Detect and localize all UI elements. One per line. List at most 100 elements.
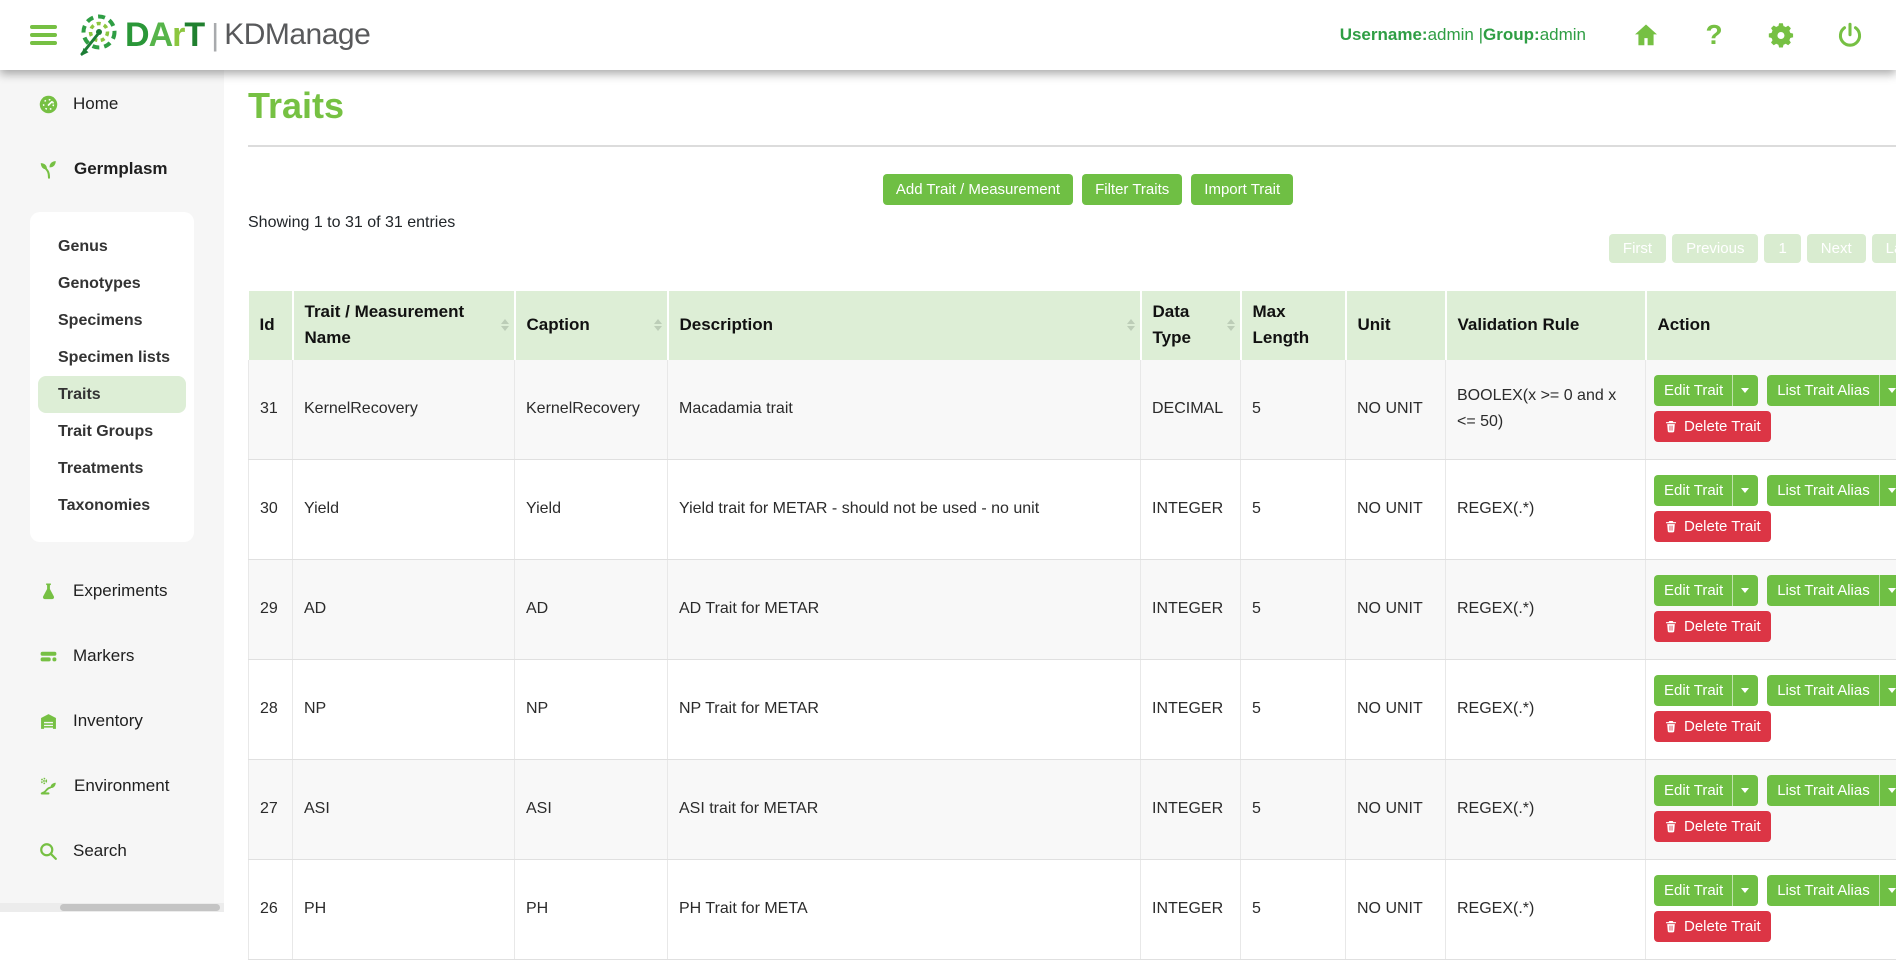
delete-trait-button[interactable]: Delete Trait bbox=[1654, 511, 1771, 542]
edit-trait-button[interactable]: Edit Trait bbox=[1654, 575, 1758, 606]
cell-name: ASI bbox=[293, 760, 515, 860]
sidebar-item-treatments[interactable]: Treatments bbox=[30, 450, 194, 487]
chevron-down-icon[interactable] bbox=[1879, 475, 1896, 506]
cell-description: Macadamia trait bbox=[668, 360, 1141, 460]
cell-description: NP Trait for METAR bbox=[668, 660, 1141, 760]
sidebar-item-genus[interactable]: Genus bbox=[30, 228, 194, 265]
table-row: 26 PH PH PH Trait for META INTEGER 5 NO … bbox=[249, 860, 1896, 960]
list-trait-alias-button[interactable]: List Trait Alias bbox=[1767, 775, 1896, 806]
pagination-previous[interactable]: Previous bbox=[1672, 234, 1758, 263]
sidebar-horizontal-scrollbar[interactable] bbox=[0, 903, 224, 912]
germplasm-submenu: GenusGenotypesSpecimensSpecimen listsTra… bbox=[30, 212, 194, 542]
cell-data-type: INTEGER bbox=[1141, 760, 1241, 860]
sort-icon[interactable] bbox=[1227, 319, 1235, 331]
chevron-down-icon[interactable] bbox=[1879, 875, 1896, 906]
sidebar-item-inventory[interactable]: Inventory bbox=[0, 704, 224, 738]
pagination-last[interactable]: Last bbox=[1872, 234, 1896, 263]
chevron-down-icon[interactable] bbox=[1879, 675, 1896, 706]
add-trait-button[interactable]: Add Trait / Measurement bbox=[883, 174, 1073, 205]
delete-trait-button[interactable]: Delete Trait bbox=[1654, 711, 1771, 742]
table-row: 29 AD AD AD Trait for METAR INTEGER 5 NO… bbox=[249, 560, 1896, 660]
cell-max-length: 5 bbox=[1241, 660, 1346, 760]
edit-trait-button[interactable]: Edit Trait bbox=[1654, 375, 1758, 406]
main-content: Traits Add Trait / Measurement Filter Tr… bbox=[224, 70, 1896, 912]
markers-icon bbox=[38, 646, 59, 667]
help-icon[interactable]: ? bbox=[1700, 21, 1728, 49]
pagination-1[interactable]: 1 bbox=[1764, 234, 1800, 263]
seedling-icon bbox=[38, 158, 60, 180]
dart-logo-icon bbox=[75, 12, 119, 58]
delete-trait-button[interactable]: Delete Trait bbox=[1654, 811, 1771, 842]
edit-trait-button[interactable]: Edit Trait bbox=[1654, 775, 1758, 806]
trash-icon bbox=[1664, 719, 1678, 734]
sort-icon[interactable] bbox=[654, 319, 662, 331]
column-header-caption[interactable]: Caption bbox=[515, 291, 668, 360]
chevron-down-icon[interactable] bbox=[1732, 375, 1758, 406]
delete-trait-button[interactable]: Delete Trait bbox=[1654, 411, 1771, 442]
chevron-down-icon[interactable] bbox=[1732, 775, 1758, 806]
chevron-down-icon[interactable] bbox=[1732, 475, 1758, 506]
trash-icon bbox=[1664, 619, 1678, 634]
column-header-trait-measurement-name[interactable]: Trait / Measurement Name bbox=[293, 291, 515, 360]
list-trait-alias-button[interactable]: List Trait Alias bbox=[1767, 575, 1896, 606]
import-trait-button[interactable]: Import Trait bbox=[1191, 174, 1293, 205]
sidebar-item-trait-groups[interactable]: Trait Groups bbox=[30, 413, 194, 450]
cell-name: KernelRecovery bbox=[293, 360, 515, 460]
edit-trait-button[interactable]: Edit Trait bbox=[1654, 475, 1758, 506]
sidebar-item-taxonomies[interactable]: Taxonomies bbox=[30, 487, 194, 524]
column-header-unit: Unit bbox=[1346, 291, 1446, 360]
chevron-down-icon[interactable] bbox=[1732, 575, 1758, 606]
sidebar-item-experiments[interactable]: Experiments bbox=[0, 574, 224, 608]
delete-trait-button[interactable]: Delete Trait bbox=[1654, 611, 1771, 642]
cell-unit: NO UNIT bbox=[1346, 460, 1446, 560]
chevron-down-icon[interactable] bbox=[1732, 875, 1758, 906]
table-row: 27 ASI ASI ASI trait for METAR INTEGER 5… bbox=[249, 760, 1896, 860]
delete-trait-button[interactable]: Delete Trait bbox=[1654, 911, 1771, 942]
sidebar-item-traits[interactable]: Traits bbox=[38, 376, 186, 413]
pagination-first[interactable]: First bbox=[1609, 234, 1666, 263]
sort-icon[interactable] bbox=[1127, 319, 1135, 331]
cell-caption: KernelRecovery bbox=[515, 360, 668, 460]
cell-unit: NO UNIT bbox=[1346, 860, 1446, 960]
sidebar-item-search[interactable]: Search bbox=[0, 834, 224, 868]
cell-data-type: INTEGER bbox=[1141, 660, 1241, 760]
edit-trait-button[interactable]: Edit Trait bbox=[1654, 875, 1758, 906]
settings-gear-icon[interactable] bbox=[1768, 21, 1796, 49]
sidebar-item-environment[interactable]: Environment bbox=[0, 769, 224, 803]
title-divider bbox=[248, 145, 1896, 147]
list-trait-alias-button[interactable]: List Trait Alias bbox=[1767, 675, 1896, 706]
column-header-description[interactable]: Description bbox=[668, 291, 1141, 360]
edit-trait-button[interactable]: Edit Trait bbox=[1654, 675, 1758, 706]
column-header-data-type[interactable]: Data Type bbox=[1141, 291, 1241, 360]
menu-toggle-icon[interactable] bbox=[30, 25, 57, 45]
scrollbar-thumb[interactable] bbox=[60, 904, 220, 911]
trash-icon bbox=[1664, 819, 1678, 834]
list-trait-alias-button[interactable]: List Trait Alias bbox=[1767, 475, 1896, 506]
list-trait-alias-button[interactable]: List Trait Alias bbox=[1767, 375, 1896, 406]
sort-icon[interactable] bbox=[501, 319, 509, 331]
chevron-down-icon[interactable] bbox=[1879, 375, 1896, 406]
home-icon[interactable] bbox=[1632, 21, 1660, 49]
sidebar-item-markers[interactable]: Markers bbox=[0, 639, 224, 673]
cell-max-length: 5 bbox=[1241, 760, 1346, 860]
cell-data-type: INTEGER bbox=[1141, 560, 1241, 660]
cell-max-length: 5 bbox=[1241, 360, 1346, 460]
chevron-down-icon[interactable] bbox=[1879, 575, 1896, 606]
filter-traits-button[interactable]: Filter Traits bbox=[1082, 174, 1182, 205]
chevron-down-icon[interactable] bbox=[1879, 775, 1896, 806]
sidebar-item-specimens[interactable]: Specimens bbox=[30, 302, 194, 339]
cell-id: 31 bbox=[249, 360, 293, 460]
chevron-down-icon[interactable] bbox=[1732, 675, 1758, 706]
cell-max-length: 5 bbox=[1241, 560, 1346, 660]
sidebar-item-germplasm[interactable]: Germplasm bbox=[0, 152, 224, 186]
sidebar-item-specimen-lists[interactable]: Specimen lists bbox=[30, 339, 194, 376]
list-trait-alias-button[interactable]: List Trait Alias bbox=[1767, 875, 1896, 906]
user-info: Username:admin |Group:admin bbox=[1340, 25, 1586, 45]
top-navbar: DArT | KDManage Username:admin |Group:ad… bbox=[0, 0, 1896, 70]
pagination-next[interactable]: Next bbox=[1807, 234, 1866, 263]
sidebar-item-genotypes[interactable]: Genotypes bbox=[30, 265, 194, 302]
brand-link[interactable]: DArT | KDManage bbox=[75, 12, 370, 58]
cell-action: Edit Trait List Trait Alias Delete Trait bbox=[1646, 660, 1896, 760]
sidebar-item-home[interactable]: Home bbox=[0, 87, 224, 121]
power-icon[interactable] bbox=[1836, 21, 1864, 49]
